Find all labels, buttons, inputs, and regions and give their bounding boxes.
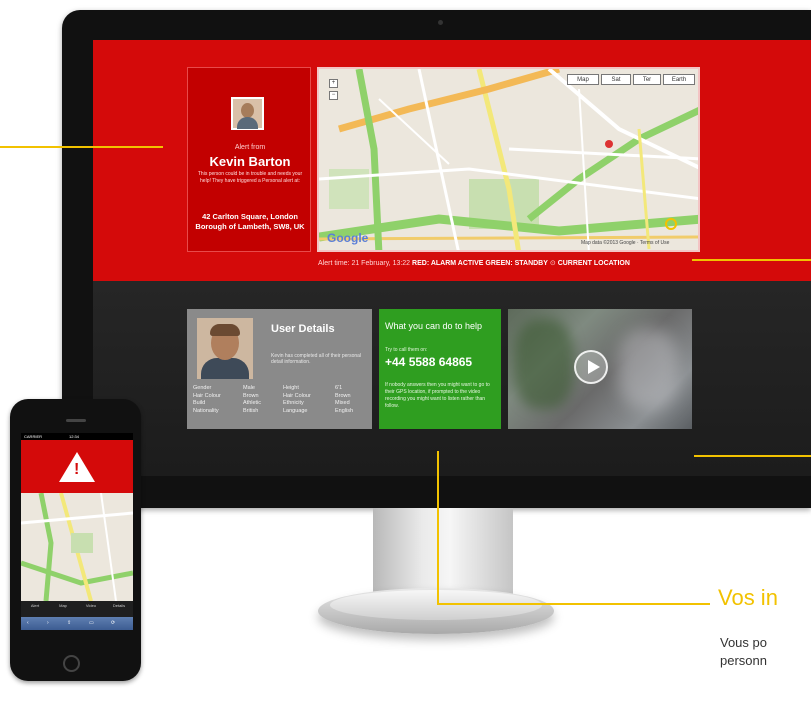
map-type-earth-button[interactable]: Earth xyxy=(663,74,695,85)
map-status-bar: Alert time: 21 February, 13:22 RED: ALAR… xyxy=(318,259,630,267)
detail-column-2: Male Brown Athletic British xyxy=(243,385,262,414)
alert-time: Alert time: 21 February, 13:22 xyxy=(318,260,411,267)
alert-card: Alert from Kevin Barton This person coul… xyxy=(187,67,311,252)
avatar xyxy=(231,97,264,130)
detail-column-3: Height Hair Colour Ethnicity Language xyxy=(283,385,311,414)
callout-line-map xyxy=(692,259,811,261)
user-details-description: Kevin has completed all of their persona… xyxy=(271,353,362,365)
camera-dot xyxy=(438,20,443,25)
monitor-stand xyxy=(373,508,513,600)
forward-icon[interactable]: › xyxy=(47,617,49,630)
alert-description: This person could be in trouble and need… xyxy=(197,171,303,184)
phone-screen: CARRIER 12:34 ! Alert Map Video Details … xyxy=(21,433,133,630)
help-description: If nobody answers then you might want to… xyxy=(385,382,490,409)
map-roads xyxy=(319,69,698,250)
phone-browser-toolbar: ‹ › ⇪ ▭ ⟳ xyxy=(21,617,133,630)
alert-address: 42 Carlton Square, London Borough of Lam… xyxy=(195,212,305,231)
callout-heading: Vos in xyxy=(718,585,778,610)
map-terms[interactable]: Map data ©2013 Google · Terms of Use xyxy=(581,240,669,246)
google-logo: Google xyxy=(327,231,369,245)
zoom-in-button[interactable]: + xyxy=(329,79,338,88)
callout-line-help xyxy=(437,451,439,604)
phone-tab-bar: Alert Map Video Details xyxy=(21,601,133,617)
tabs-icon[interactable]: ▭ xyxy=(89,617,94,630)
location-map[interactable]: Map Sat Ter Earth + − Google Map data ©2… xyxy=(317,67,700,252)
video-player[interactable] xyxy=(508,309,692,429)
user-details-card: User Details Kevin has completed all of … xyxy=(187,309,372,429)
help-card: What you can do to help Try to call them… xyxy=(379,309,501,429)
help-phone-number[interactable]: +44 5588 64865 xyxy=(385,355,472,369)
reload-icon[interactable]: ⟳ xyxy=(111,617,115,630)
location-pin-icon: ⊙ xyxy=(549,260,556,267)
map-type-ter-button[interactable]: Ter xyxy=(633,74,661,85)
help-subtitle: Try to call them on: xyxy=(385,347,428,353)
phone-status-bar: CARRIER 12:34 xyxy=(21,433,133,440)
legend-location: CURRENT LOCATION xyxy=(557,260,630,267)
map-type-sat-button[interactable]: Sat xyxy=(601,74,631,85)
tab-video[interactable]: Video xyxy=(77,603,105,609)
tab-details[interactable]: Details xyxy=(105,603,133,609)
map-type-map-button[interactable]: Map xyxy=(567,74,599,85)
callout-body: Vous po personn xyxy=(720,635,767,668)
share-icon[interactable]: ⇪ xyxy=(67,617,71,630)
phone-speaker xyxy=(66,419,86,422)
alert-from-label: Alert from xyxy=(234,144,266,151)
zoom-out-button[interactable]: − xyxy=(329,91,338,100)
detail-column-4: 6'1 Brown Mixed English xyxy=(335,385,354,414)
play-icon[interactable] xyxy=(574,350,608,384)
monitor-screen: Alert from Kevin Barton This person coul… xyxy=(93,40,811,476)
user-details-title: User Details xyxy=(271,323,335,335)
back-icon[interactable]: ‹ xyxy=(27,617,29,630)
home-button[interactable] xyxy=(63,655,80,672)
user-photo xyxy=(197,318,253,379)
detail-column-1: Gender Hair Colour Build Nationality xyxy=(193,385,221,414)
help-title: What you can do to help xyxy=(385,321,483,331)
callout-line-left xyxy=(0,146,163,148)
legend-red: RED: ALARM ACTIVE xyxy=(412,260,484,267)
tab-alert[interactable]: Alert xyxy=(21,603,49,609)
callout-line-video xyxy=(694,455,811,457)
tab-map[interactable]: Map xyxy=(49,603,77,609)
legend-green: GREEN: STANDBY xyxy=(485,260,548,267)
phone-alert-header: ! xyxy=(21,440,133,493)
phone-map[interactable] xyxy=(21,493,133,601)
alert-person-name: Kevin Barton xyxy=(209,154,291,169)
